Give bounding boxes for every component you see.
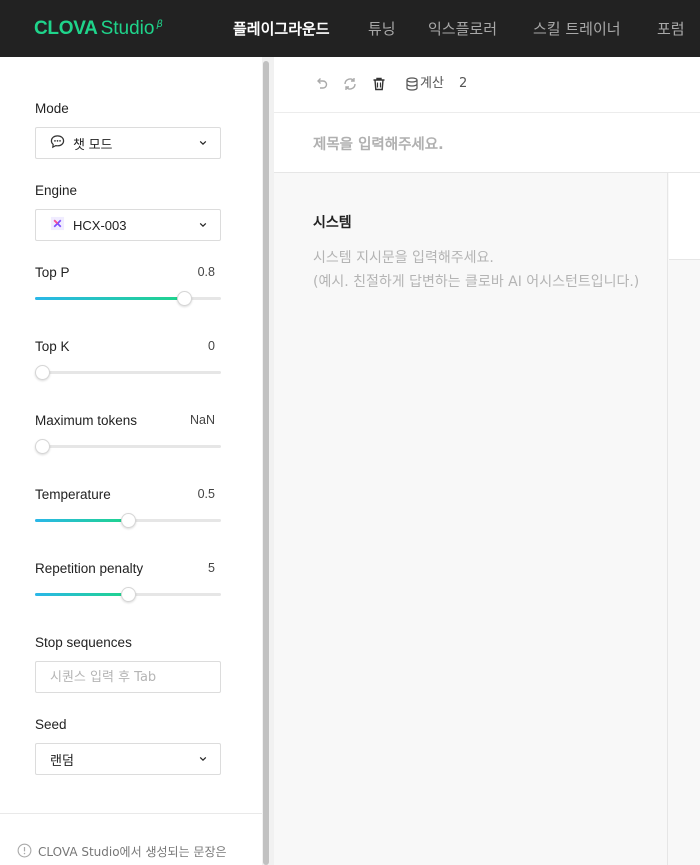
top-p-label: Top P — [35, 265, 70, 280]
scrollbar-thumb[interactable] — [263, 61, 269, 865]
system-placeholder-line: 시스템 지시문을 입력해주세요. — [313, 250, 494, 266]
notice: CLOVA Studio에서 생성되는 문장은 — [17, 843, 253, 861]
logo-text: CLOVA — [34, 18, 98, 39]
engine-label: Engine — [35, 183, 78, 198]
top-p-value: 0.8 — [197, 265, 215, 279]
repetition-penalty-label: Repetition penalty — [35, 561, 144, 576]
stop-sequences-input[interactable] — [35, 661, 221, 693]
slider-fill — [35, 593, 128, 596]
info-icon — [17, 843, 32, 858]
notice-text: CLOVA Studio에서 생성되는 문장은 — [38, 845, 227, 859]
trash-icon[interactable] — [371, 76, 387, 92]
temperature-value: 0.5 — [197, 487, 215, 501]
nav-playground[interactable]: 플레이그라운드 — [233, 18, 330, 40]
temperature-label: Temperature — [35, 487, 111, 502]
undo-icon[interactable] — [313, 76, 329, 92]
seed-value: 랜덤 — [50, 752, 74, 768]
slider-track — [35, 371, 221, 374]
repetition-penalty-slider[interactable] — [35, 587, 221, 602]
slider-knob[interactable] — [177, 291, 192, 306]
repetition-penalty-value: 5 — [208, 561, 215, 575]
database-icon — [406, 77, 418, 91]
stop-sequences-label: Stop sequences — [35, 635, 132, 650]
refresh-icon[interactable] — [342, 76, 358, 92]
logo-text-studio: Studio — [100, 18, 155, 39]
top-k-label: Top K — [35, 339, 70, 354]
slider-fill — [35, 519, 128, 522]
temperature-slider[interactable] — [35, 513, 221, 528]
mode-value: 챗 모드 — [73, 136, 113, 152]
top-p-slider[interactable] — [35, 291, 221, 306]
chevron-down-icon — [199, 140, 207, 146]
seed-select[interactable]: 랜덤 — [35, 743, 221, 775]
editor-toolbar — [274, 57, 700, 113]
max-tokens-slider[interactable] — [35, 439, 221, 454]
max-tokens-value: NaN — [189, 413, 215, 427]
slider-knob[interactable] — [35, 439, 50, 454]
engine-value: HCX-003 — [73, 217, 127, 233]
system-input[interactable]: 시스템 지시문을 입력해주세요. (예시. 친절하게 답변하는 클로바 AI 어… — [313, 246, 658, 294]
nav-skill-trainer[interactable]: 스킬 트레이너 — [533, 18, 621, 40]
slider-fill — [35, 297, 184, 300]
nav-forum[interactable]: 포럼 — [657, 18, 685, 40]
top-k-value: 0 — [208, 339, 215, 353]
slider-knob[interactable] — [35, 365, 50, 380]
mode-label: Mode — [35, 101, 69, 116]
nav-tuning[interactable]: 튜닝 — [368, 18, 396, 40]
chevron-down-icon — [199, 756, 207, 762]
beta-mark: β — [156, 19, 163, 30]
nav-explorer[interactable]: 익스플로러 — [428, 18, 497, 40]
panel-divider — [0, 813, 262, 814]
title-input-placeholder[interactable]: 제목을 입력해주세요. — [313, 133, 444, 154]
clova-studio-logo[interactable]: CLOVA Studio β — [34, 18, 163, 40]
seed-label: Seed — [35, 717, 67, 732]
chat-bubble-icon — [50, 134, 65, 153]
max-tokens-label: Maximum tokens — [35, 413, 138, 428]
slider-track — [35, 445, 221, 448]
engine-x-icon — [50, 216, 65, 235]
system-title: 시스템 — [313, 215, 352, 231]
mode-select[interactable]: 챗 모드 — [35, 127, 221, 159]
system-placeholder-example: (예시. 친절하게 답변하는 클로바 AI 어시스턴트입니다.) — [313, 274, 640, 290]
slider-knob[interactable] — [121, 513, 136, 528]
top-navigation-bar: CLOVA Studio β 플레이그라운드 튜닝 익스플로러 스킬 트레이너 … — [0, 0, 700, 57]
calc-count: 2 — [459, 76, 468, 91]
chat-panel-header — [669, 173, 700, 260]
top-k-slider[interactable] — [35, 365, 221, 380]
engine-select[interactable]: HCX-003 — [35, 209, 221, 241]
calc-label: 계산 — [420, 76, 444, 91]
slider-knob[interactable] — [121, 587, 136, 602]
chevron-down-icon — [199, 222, 207, 228]
